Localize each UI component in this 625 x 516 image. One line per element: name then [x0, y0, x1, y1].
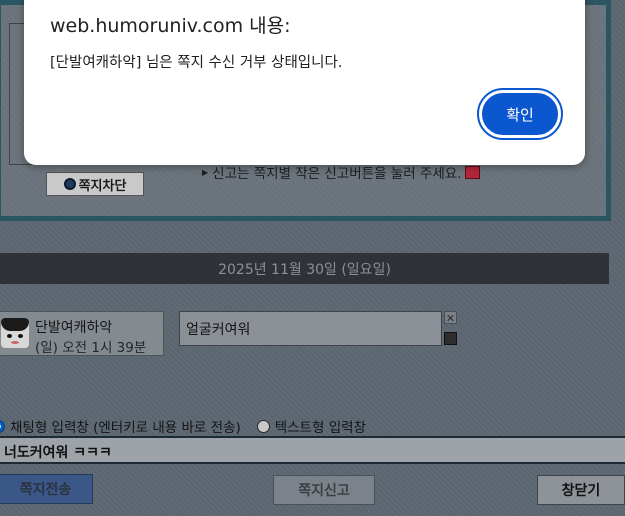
chat-mode-label: 채팅형 입력창 (엔터키로 내용 바로 전송) [10, 420, 241, 436]
report-message-icon[interactable] [444, 332, 457, 345]
report-icon [465, 165, 481, 179]
dialog-title: web.humoruniv.com 내용: [50, 15, 291, 37]
chat-mode-radio[interactable] [0, 419, 5, 433]
report-note: ▶ 신고는 쪽지별 작은 신고버튼을 눌러 주세요. [202, 162, 481, 182]
close-button-label: 창닫기 [561, 483, 601, 499]
send-button[interactable]: 쪽지전송 [0, 474, 93, 504]
confirm-button[interactable]: 확인 [477, 88, 563, 140]
message-bubble: 얼굴커여워 [179, 311, 442, 346]
message-text: 얼굴커여워 [186, 322, 251, 338]
avatar [1, 318, 29, 348]
report-button-label: 쪽지신고 [298, 483, 350, 499]
block-icon [63, 178, 76, 190]
date-header-text: 2025년 11월 30일 (일요일) [218, 261, 391, 278]
message-sender-card[interactable]: 단발여캐하악 (일) 오전 1시 39분 [0, 311, 164, 356]
dialog-message: [단발여캐하악] 님은 쪽지 수신 거부 상태입니다. [50, 55, 343, 71]
sender-name: 단발여캐하악 [35, 320, 113, 336]
block-button-label: 쪽지차단 [78, 178, 127, 194]
report-note-text: 신고는 쪽지별 작은 신고버튼을 눌러 주세요. [212, 166, 462, 182]
message-input[interactable]: 너도커여워 ㅋㅋㅋ [0, 436, 625, 464]
date-header: 2025년 11월 30일 (일요일) [0, 253, 609, 284]
text-mode-label: 텍스트형 입력창 [274, 420, 366, 436]
delete-message-icon[interactable]: ✕ [444, 311, 457, 325]
report-button[interactable]: 쪽지신고 [273, 475, 375, 505]
message-time: (일) 오전 1시 39분 [35, 340, 147, 356]
block-message-button[interactable]: 쪽지차단 [46, 172, 144, 196]
confirm-button-label: 확인 [506, 105, 534, 124]
text-mode-radio[interactable] [256, 419, 270, 433]
alert-dialog: web.humoruniv.com 내용: [단발여캐하악] 님은 쪽지 수신 … [24, 0, 585, 165]
message-input-value: 너도커여워 ㅋㅋㅋ [4, 445, 112, 461]
send-button-label: 쪽지전송 [19, 482, 72, 498]
close-window-button[interactable]: 창닫기 [537, 475, 625, 505]
arrow-right-icon: ▶ [202, 167, 209, 177]
input-mode-selector: 채팅형 입력창 (엔터키로 내용 바로 전송) 텍스트형 입력창 [0, 416, 612, 436]
